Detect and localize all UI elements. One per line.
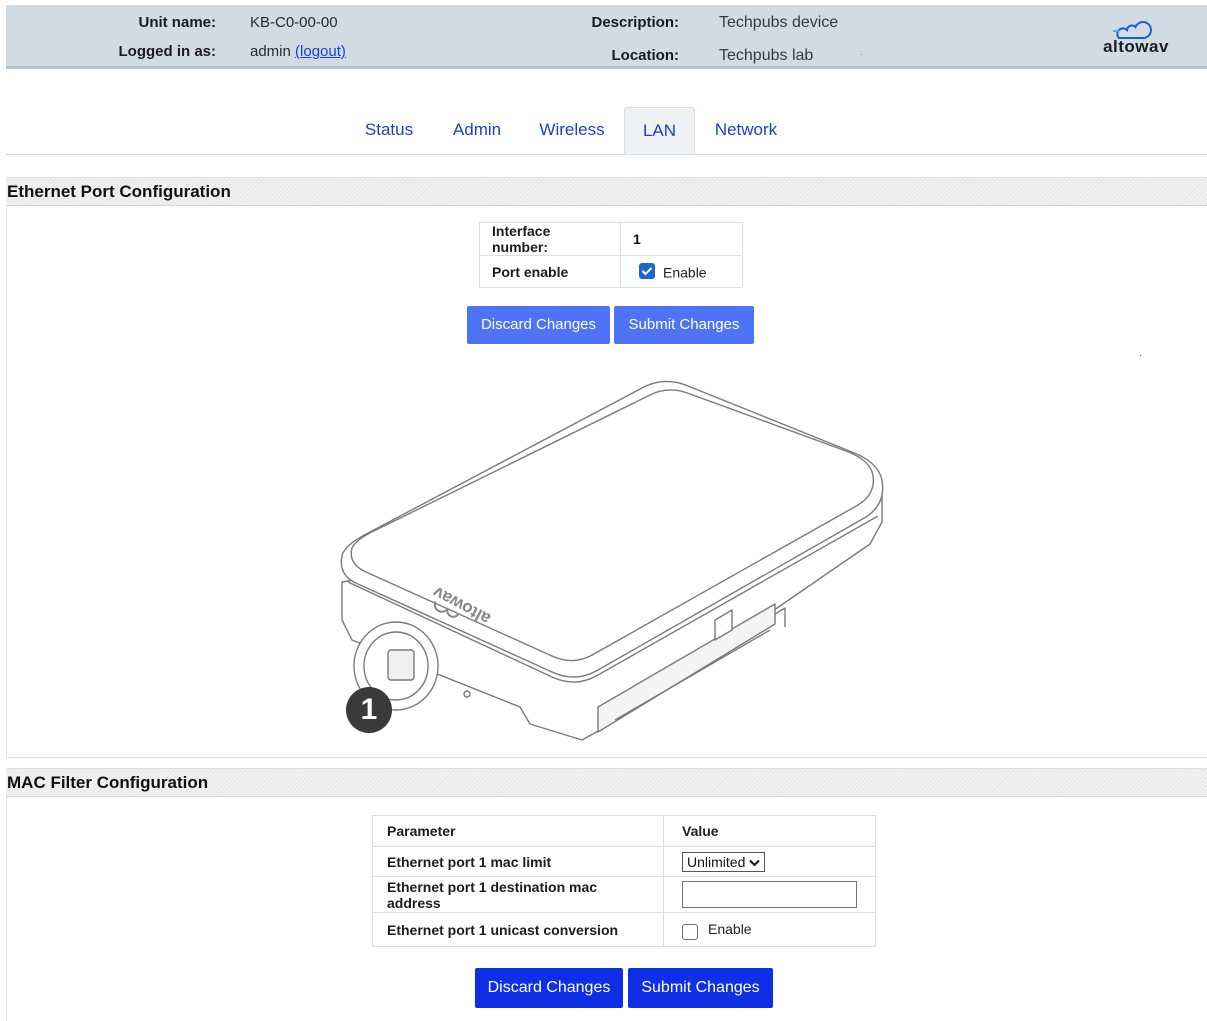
port-number-badge: 1 <box>346 687 392 733</box>
logged-in-user: admin <box>250 43 291 60</box>
unicast-conversion-checkbox[interactable] <box>682 924 698 941</box>
header-dot: · <box>860 49 863 59</box>
altowav-logo: altowav <box>1091 21 1181 61</box>
port-enable-label: Port enable <box>479 255 621 288</box>
table-row: Ethernet port 1 destination mac address <box>372 876 876 913</box>
mac-filter-table: Parameter Value Ethernet port 1 mac limi… <box>372 815 876 947</box>
ethernet-submit-button[interactable]: Submit Changes <box>614 306 754 344</box>
description-label: Description: <box>591 14 679 31</box>
unit-name-label: Unit name: <box>138 14 216 31</box>
tabs-divider <box>6 154 1207 155</box>
ethernet-section-title: Ethernet Port Configuration <box>7 182 231 201</box>
stray-dot: · <box>1139 350 1143 361</box>
tab-network[interactable]: Network <box>706 107 786 155</box>
interface-number-value: 1 <box>620 222 743 256</box>
table-row: Ethernet port 1 mac limit Unlimited <box>372 846 876 877</box>
unicast-conversion-label: Ethernet port 1 unicast conversion <box>372 912 664 947</box>
mac-filter-section-title: MAC Filter Configuration <box>7 773 209 792</box>
page: Unit name: KB-C0-00-00 Logged in as: adm… <box>0 0 1207 1021</box>
table-header-row: Parameter Value <box>372 815 876 847</box>
unit-name-value: KB-C0-00-00 <box>250 14 338 31</box>
destination-mac-cell <box>663 876 876 913</box>
table-row: Port enable Enable <box>479 255 743 288</box>
header-bar: Unit name: KB-C0-00-00 Logged in as: adm… <box>6 5 1207 69</box>
description-value: Techpubs device <box>719 14 839 31</box>
tab-wireless[interactable]: Wireless <box>532 107 612 155</box>
mac-limit-cell: Unlimited <box>663 846 876 877</box>
port-enable-checkbox-label: Enable <box>663 264 707 281</box>
value-column-header: Value <box>663 815 876 847</box>
logo-text: altowav <box>1103 37 1169 56</box>
port-enable-cell: Enable <box>620 255 743 288</box>
table-row: Ethernet port 1 unicast conversion Enabl… <box>372 912 876 947</box>
tab-admin[interactable]: Admin <box>444 107 510 155</box>
location-label: Location: <box>611 47 680 64</box>
table-row: Interface number: 1 <box>479 222 743 256</box>
port-enable-checkbox[interactable] <box>639 263 655 280</box>
unicast-conversion-cell: Enable <box>663 912 876 947</box>
mac-filter-submit-button[interactable]: Submit Changes <box>628 968 773 1008</box>
checkmark-icon <box>641 267 653 276</box>
mac-limit-select[interactable]: Unlimited <box>682 851 766 872</box>
chevron-down-icon <box>749 859 761 867</box>
destination-mac-input[interactable] <box>682 881 857 908</box>
ethernet-discard-button[interactable]: Discard Changes <box>467 306 610 344</box>
ethernet-section-header: Ethernet Port Configuration <box>6 177 1207 206</box>
tab-lan[interactable]: LAN <box>624 107 695 155</box>
parameter-column-header: Parameter <box>372 815 664 847</box>
tab-status[interactable]: Status <box>356 107 422 155</box>
unicast-conversion-checkbox-label: Enable <box>708 920 752 937</box>
mac-filter-section-header: MAC Filter Configuration <box>6 768 1207 797</box>
interface-number-label: Interface number: <box>479 222 621 256</box>
logout-link[interactable]: (logout) <box>295 43 346 60</box>
location-value: Techpubs lab <box>719 47 814 64</box>
logged-in-value: admin (logout) <box>250 43 346 60</box>
mac-limit-selected: Unlimited <box>687 853 746 870</box>
nav-tabs: Status Admin Wireless LAN Network <box>0 107 1207 155</box>
logged-in-label: Logged in as: <box>118 43 217 60</box>
mac-filter-discard-button[interactable]: Discard Changes <box>475 968 623 1008</box>
mac-limit-label: Ethernet port 1 mac limit <box>372 846 664 877</box>
ethernet-config-table: Interface number: 1 Port enable Enable <box>479 222 743 288</box>
device-illustration: altowav <box>340 380 884 741</box>
destination-mac-label: Ethernet port 1 destination mac address <box>372 876 664 913</box>
